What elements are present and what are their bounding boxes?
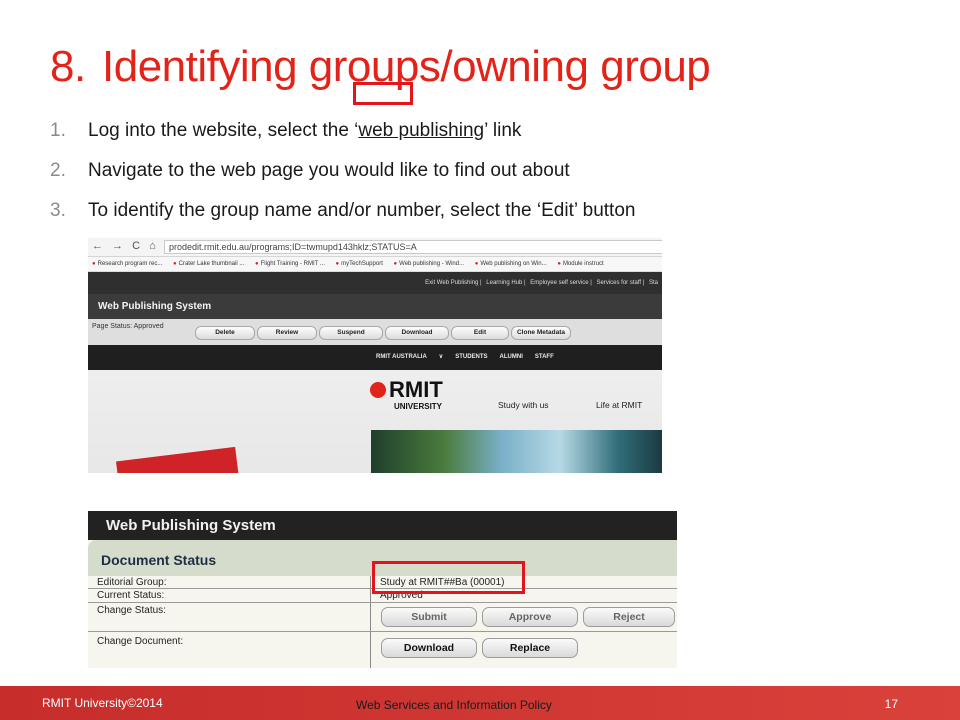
- footer-copyright: RMIT University©2014: [42, 696, 163, 710]
- reject-button[interactable]: Reject: [583, 607, 675, 627]
- bookmark-item[interactable]: Research program rec...: [92, 257, 163, 271]
- step-number: 3.: [50, 200, 66, 221]
- step-text: Navigate to the web page you would like …: [88, 160, 570, 181]
- exit-web-publishing-link[interactable]: Exit Web Publishing: [425, 280, 478, 286]
- browser-nav-icons[interactable]: ← → C ⌂: [92, 240, 159, 252]
- bookmark-item[interactable]: myTechSupport: [336, 257, 383, 271]
- delete-button[interactable]: Delete: [195, 326, 255, 340]
- clone-metadata-button[interactable]: Clone Metadata: [511, 326, 571, 340]
- bookmark-item[interactable]: Web publishing - Wind...: [394, 257, 464, 271]
- staff-top-links: Exit Web Publishing | Learning Hub | Emp…: [88, 272, 662, 294]
- banner-photo: [371, 430, 662, 473]
- page-status-bar: Page Status: Approved Delete Review Suspen…: [88, 319, 662, 345]
- learning-hub-link[interactable]: Learning Hub: [486, 280, 522, 286]
- change-document-row: Change Document: Download Replace: [88, 632, 677, 668]
- column-divider: [370, 576, 371, 588]
- staff-nav-link[interactable]: STAFF: [535, 354, 554, 360]
- change-status-row: Change Status: Submit Approve Reject: [88, 603, 677, 632]
- replace-document-button[interactable]: Replace: [482, 638, 578, 658]
- step-item: 2. Navigate to the web page you would lik…: [50, 160, 635, 200]
- page-status-label: Page Status: Approved: [92, 323, 164, 330]
- step-text: ’ link: [484, 120, 522, 141]
- page-number: 17: [884, 697, 898, 711]
- change-document-label: Change Document:: [97, 636, 184, 647]
- bookmarks-bar: Research program rec... Crater Lake thum…: [88, 257, 662, 272]
- approve-button[interactable]: Approve: [482, 607, 578, 627]
- submit-button[interactable]: Submit: [381, 607, 477, 627]
- step-text: Log into the website, select the ‘: [88, 120, 359, 141]
- web-publishing-link[interactable]: web publishing: [358, 120, 484, 141]
- bookmark-item[interactable]: Module instruct: [557, 257, 604, 271]
- rmit-banner: RMIT UNIVERSITY Study with us Life at RM…: [88, 370, 662, 473]
- bookmark-item[interactable]: Flight Training - RMIT ...: [255, 257, 325, 271]
- column-divider: [370, 603, 371, 631]
- editorial-group-highlight: [372, 561, 525, 594]
- download-document-button[interactable]: Download: [381, 638, 477, 658]
- system-title: Web Publishing System: [88, 511, 677, 540]
- current-status-label: Current Status:: [97, 590, 165, 601]
- column-divider: [370, 632, 371, 668]
- review-button[interactable]: Review: [257, 326, 317, 340]
- suspend-button[interactable]: Suspend: [319, 326, 383, 340]
- rmit-logo-sub: UNIVERSITY: [394, 402, 443, 411]
- employee-self-service-link[interactable]: Employee self service: [530, 280, 588, 286]
- bookmark-item[interactable]: Crater Lake thumbnail ...: [173, 257, 245, 271]
- step-number: 1.: [50, 120, 66, 141]
- footer-department: Web Services and Information Policy: [356, 698, 552, 712]
- slide-title-number: 8.: [50, 42, 86, 91]
- services-for-staff-link[interactable]: Services for staff: [597, 280, 642, 286]
- edit-page-screenshot: ← → C ⌂ prodedit.rmit.edu.au/programs;ID…: [88, 238, 662, 473]
- url-field[interactable]: prodedit.rmit.edu.au/programs;ID=twmupd1…: [164, 240, 662, 254]
- study-with-us-link[interactable]: Study with us: [498, 400, 549, 410]
- column-divider: [370, 589, 371, 602]
- download-button[interactable]: Download: [385, 326, 449, 340]
- bookmark-item[interactable]: Web publishing on Win...: [475, 257, 546, 271]
- life-at-rmit-link[interactable]: Life at RMIT: [596, 400, 642, 410]
- slide-footer: RMIT University©2014 Web Services and In…: [0, 686, 960, 720]
- rmit-australia-link[interactable]: RMIT AUSTRALIA: [376, 354, 427, 360]
- step-number: 2.: [50, 160, 66, 181]
- rmit-logo-name: RMIT: [389, 377, 443, 402]
- edit-button[interactable]: Edit: [451, 326, 509, 340]
- rmit-logo[interactable]: RMIT UNIVERSITY: [370, 377, 443, 411]
- rmit-logo-icon: [370, 382, 386, 398]
- step-text: To identify the group name and/or number…: [88, 200, 636, 221]
- system-title: Web Publishing System: [88, 294, 662, 319]
- edit-button-highlight: [353, 82, 413, 105]
- change-status-label: Change Status:: [97, 605, 166, 616]
- page-actions: Delete Review Suspend Download Edit Clone Met…: [195, 326, 573, 340]
- rmit-site-nav: RMIT AUSTRALIA ∨ STUDENTS ALUMNI STAFF: [88, 345, 662, 370]
- step-item: 1. Log into the website, select the ‘web …: [50, 120, 635, 160]
- alumni-link[interactable]: ALUMNI: [500, 354, 523, 360]
- step-item: 3. To identify the group name and/or numb…: [50, 200, 635, 240]
- editorial-group-label: Editorial Group:: [97, 577, 167, 588]
- browser-address-bar: ← → C ⌂ prodedit.rmit.edu.au/programs;ID…: [88, 238, 662, 257]
- students-link[interactable]: STUDENTS: [455, 354, 487, 360]
- staff-link[interactable]: Sta: [649, 280, 658, 286]
- steps-list: 1. Log into the website, select the ‘web …: [50, 120, 635, 240]
- decorative-red-shape: [116, 446, 240, 473]
- chevron-down-icon[interactable]: ∨: [439, 354, 443, 360]
